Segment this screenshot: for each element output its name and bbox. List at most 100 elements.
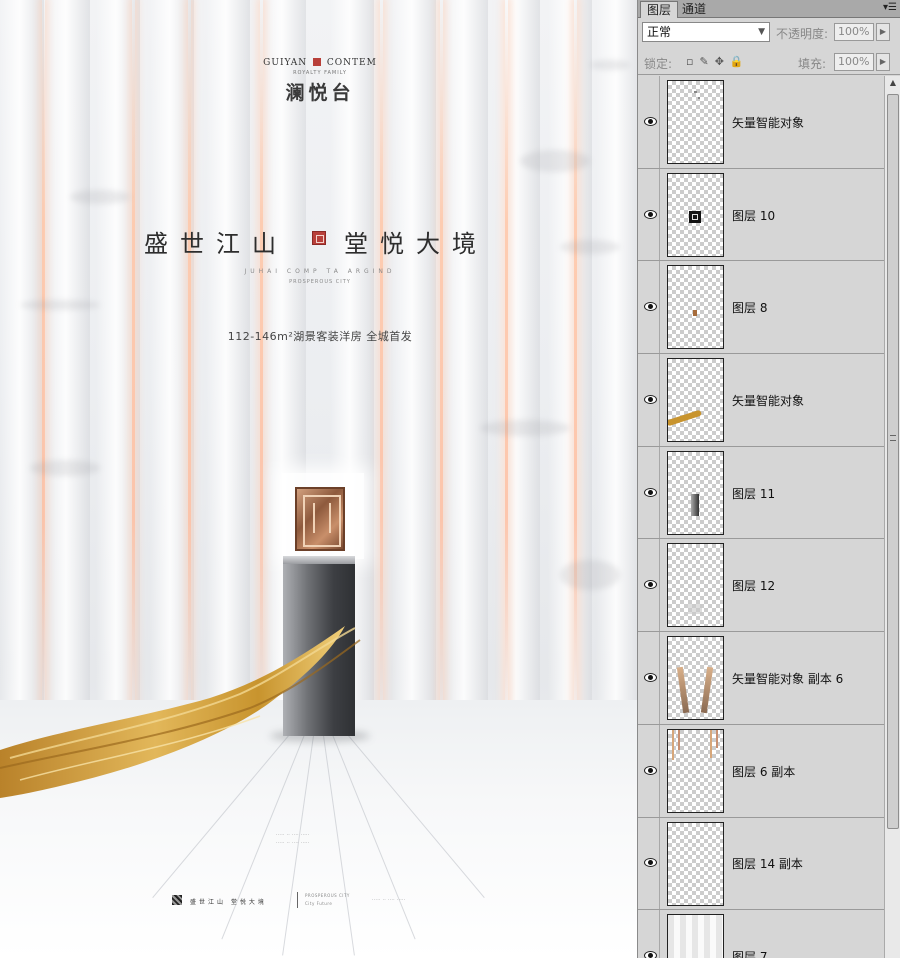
- layer-row[interactable]: 矢量智能对象: [638, 76, 884, 169]
- layer-name: 图层 12: [732, 579, 776, 594]
- curtain-fold: [392, 0, 436, 720]
- curtain-fold: [496, 0, 540, 720]
- visibility-toggle[interactable]: [641, 632, 660, 724]
- layer-name: 矢量智能对象: [732, 115, 805, 130]
- layer-thumbnail: [667, 543, 724, 628]
- eye-icon: [644, 116, 657, 126]
- layer-row[interactable]: 图层 12: [638, 539, 884, 633]
- layer-thumbnail: [667, 728, 724, 813]
- tab-channels[interactable]: 通道: [676, 1, 712, 18]
- ink-smoke: [480, 420, 570, 436]
- panel-tab-bar: 图层 通道 ▾☰: [638, 0, 900, 18]
- seal-stamp-icon: [312, 231, 326, 245]
- eye-icon: [644, 209, 657, 219]
- brand-subtitle: ROYALTY FAMILY: [293, 70, 347, 76]
- opacity-slider-button[interactable]: ▶: [876, 23, 890, 41]
- layer-row[interactable]: 图层 11: [638, 446, 884, 540]
- visibility-toggle[interactable]: [641, 817, 660, 910]
- scroll-up-icon[interactable]: ▲: [885, 76, 900, 90]
- tagline: 112-146m²湖景客装洋房 全城首发: [227, 330, 413, 343]
- layer-thumbnail: [667, 636, 724, 721]
- eye-icon: [644, 672, 657, 682]
- ink-smoke: [20, 300, 100, 310]
- eye-icon: [644, 580, 657, 590]
- headline-subtitle-en: JUHAI COMP TA ARGIND: [244, 268, 396, 275]
- eye-icon: [644, 765, 657, 775]
- layer-name: 图层 8: [732, 301, 768, 316]
- layer-row[interactable]: 矢量智能对象 副本 6: [638, 632, 884, 725]
- ink-smoke: [560, 240, 620, 254]
- layer-name: 矢量智能对象 副本 6: [732, 671, 844, 686]
- layer-thumbnail: [667, 358, 724, 443]
- curtain-fold: [596, 0, 637, 720]
- scroll-thumb[interactable]: [887, 94, 899, 829]
- layer-list: 矢量智能对象 图层 10 图层 8 矢量智能对象 图层 11 图层 12 矢量智…: [638, 76, 884, 958]
- headline-subtitle-en2: PROSPEROUS CITY: [289, 279, 351, 285]
- layer-scrollbar[interactable]: ▲: [884, 76, 900, 958]
- curtain-fold: [444, 0, 488, 720]
- gold-brush-stroke: [0, 626, 361, 798]
- layer-row[interactable]: 图层 6 副本: [638, 724, 884, 818]
- poster-canvas[interactable]: GUIYAN CONTEM ROYALTY FAMILY 澜悦台 盛世江山 堂悦…: [0, 0, 637, 958]
- lock-all-icon[interactable]: 🔒: [730, 55, 750, 68]
- visibility-toggle[interactable]: [641, 910, 660, 958]
- layer-row[interactable]: 矢量智能对象: [638, 354, 884, 447]
- light-strip: [440, 0, 443, 740]
- eye-icon: [644, 858, 657, 868]
- brand-name-cn: 澜悦台: [285, 82, 355, 104]
- fill-input[interactable]: 100%: [834, 53, 874, 71]
- visibility-toggle[interactable]: [641, 724, 660, 817]
- eye-icon: [644, 487, 657, 497]
- layer-options: 正常 ▼ 不透明度: 100% ▶ 锁定: ▫✎✥🔒 填充: 100% ▶: [638, 19, 900, 75]
- layer-row[interactable]: 图层 8: [638, 261, 884, 355]
- eye-icon: [644, 302, 657, 312]
- layer-thumbnail: [667, 450, 724, 535]
- ink-smoke: [30, 460, 100, 476]
- fill-slider-button[interactable]: ▶: [876, 53, 890, 71]
- fill-label: 填充:: [798, 57, 827, 71]
- opacity-input[interactable]: 100%: [834, 23, 874, 41]
- layer-row[interactable]: 图层 10: [638, 168, 884, 262]
- ink-smoke: [590, 60, 630, 70]
- ink-smoke: [520, 150, 590, 172]
- visibility-toggle[interactable]: [641, 539, 660, 632]
- light-strip: [505, 0, 508, 740]
- column-top: [283, 556, 355, 564]
- lock-transparent-icon[interactable]: ▫: [686, 55, 699, 68]
- ink-smoke: [70, 190, 130, 204]
- blend-mode-select[interactable]: 正常 ▼: [642, 22, 770, 42]
- light-strip: [574, 0, 577, 740]
- lock-icons: ▫✎✥🔒: [686, 55, 750, 68]
- panel-menu-icon[interactable]: ▾☰: [883, 2, 897, 13]
- curtain-fold: [548, 0, 592, 720]
- layer-name: 图层 6 副本: [732, 764, 796, 779]
- brand-en-left: GUIYAN: [263, 58, 308, 68]
- lock-position-icon[interactable]: ✥: [715, 55, 730, 68]
- headline-right: 堂悦大境: [344, 230, 488, 258]
- visibility-toggle[interactable]: [641, 354, 660, 446]
- opacity-label: 不透明度:: [776, 27, 829, 41]
- brand-en-right: CONTEM: [326, 58, 377, 68]
- layer-row[interactable]: 图层 14 副本: [638, 817, 884, 911]
- tab-layers[interactable]: 图层: [640, 1, 679, 18]
- curtain-fold: [46, 0, 90, 720]
- layer-thumbnail: [667, 265, 724, 350]
- curtain-fold: [206, 0, 250, 720]
- layer-name: 图层 10: [732, 208, 776, 223]
- footer-slogan: 盛世江山 堂悦大境: [190, 899, 267, 906]
- layer-name: 图层 7: [732, 950, 768, 958]
- visibility-toggle[interactable]: [641, 446, 660, 539]
- layer-name: 图层 11: [732, 486, 776, 501]
- visibility-toggle[interactable]: [641, 168, 660, 261]
- lock-paint-icon[interactable]: ✎: [699, 55, 714, 68]
- logo-mark-icon: [313, 58, 321, 66]
- footer-divider: [297, 892, 298, 908]
- layer-row[interactable]: 图层 7: [638, 910, 884, 958]
- layer-thumbnail: [667, 914, 724, 958]
- blend-mode-value: 正常: [647, 25, 672, 39]
- qr-code-icon: [172, 895, 182, 905]
- visibility-toggle[interactable]: [641, 261, 660, 354]
- layer-thumbnail: [667, 80, 724, 164]
- visibility-toggle[interactable]: [641, 76, 660, 168]
- brand-logo-en: GUIYAN CONTEM: [240, 58, 400, 68]
